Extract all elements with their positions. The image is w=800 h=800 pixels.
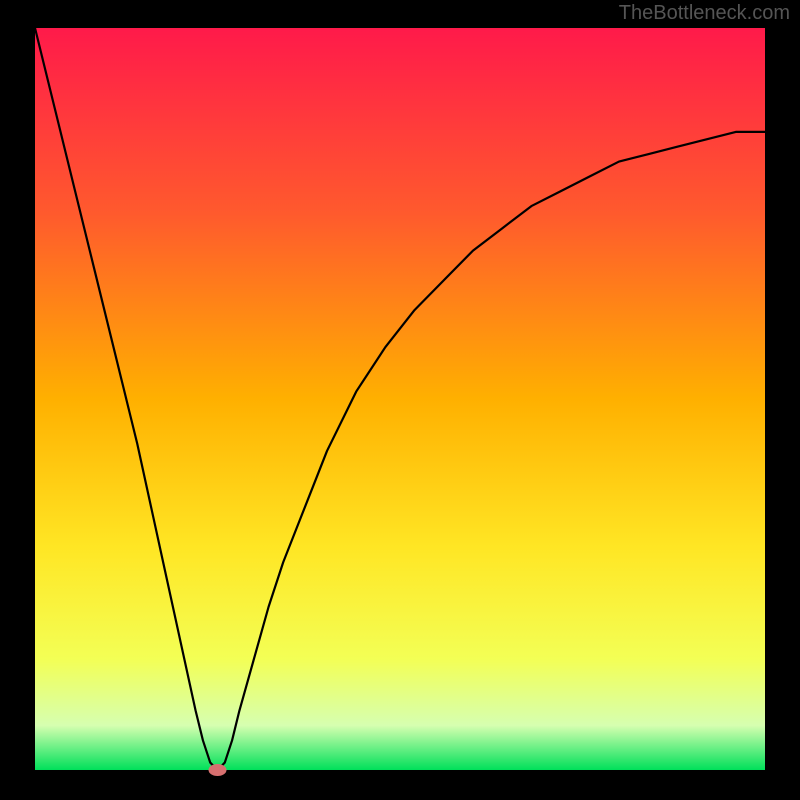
credit-label: TheBottleneck.com xyxy=(619,2,790,25)
bottleneck-chart xyxy=(0,0,800,800)
plot-background xyxy=(35,28,765,770)
chart-frame: TheBottleneck.com xyxy=(0,0,800,800)
minimum-marker xyxy=(209,764,227,776)
